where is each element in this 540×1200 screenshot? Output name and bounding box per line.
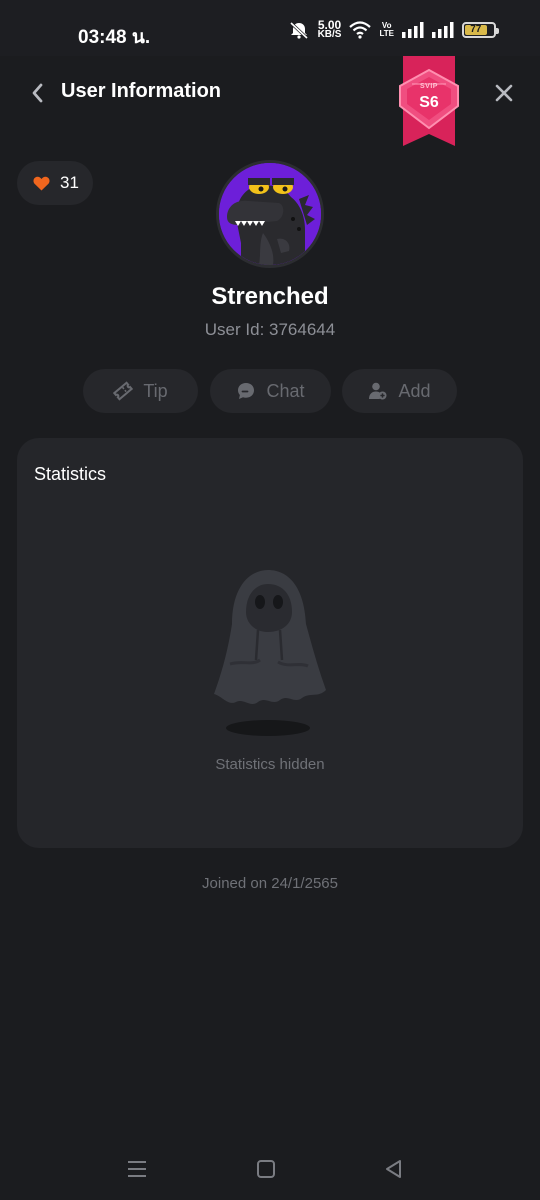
- statistics-hidden-text: Statistics hidden: [215, 756, 325, 773]
- hooded-ghost-icon: [214, 570, 326, 736]
- add-label: Add: [398, 380, 431, 401]
- chat-button[interactable]: Chat: [210, 369, 331, 413]
- hidden-ghost-illustration: [202, 564, 338, 744]
- page-title: User Information: [61, 80, 222, 102]
- statistics-card: Statistics Statistics hidden: [17, 438, 523, 848]
- status-icons: 5.00 KB/S Vo LTE 77: [288, 19, 499, 40]
- status-bar: 03:48 น. 5.00 KB/S Vo LTE 77: [0, 0, 540, 56]
- svip-level: S6: [419, 94, 439, 111]
- back-triangle-icon: [386, 1160, 401, 1178]
- tip-ticket-icon: [113, 381, 134, 401]
- mute-bell-icon: [288, 21, 310, 39]
- add-friend-button[interactable]: Add: [342, 369, 457, 413]
- back-button[interactable]: [22, 78, 52, 108]
- svip-badge[interactable]: SVIP S6: [390, 56, 468, 148]
- statistics-title: Statistics: [34, 464, 107, 484]
- volte-indicator: Vo LTE: [379, 22, 394, 38]
- status-time: 03:48 น.: [78, 27, 151, 48]
- battery-icon: 77: [462, 22, 499, 38]
- likes-count: 31: [60, 173, 79, 192]
- avatar[interactable]: [216, 160, 324, 268]
- tip-button[interactable]: Tip: [83, 369, 198, 413]
- signal-icon-2: [432, 22, 454, 38]
- close-button[interactable]: [488, 77, 520, 109]
- network-speed: 5.00 KB/S: [317, 19, 342, 40]
- close-icon: [495, 84, 513, 102]
- tip-label: Tip: [143, 380, 168, 401]
- username: Strenched: [211, 283, 329, 310]
- svip-label: SVIP: [420, 83, 438, 90]
- battery-level: 77: [465, 25, 487, 35]
- system-nav-bar: [0, 1140, 540, 1200]
- likes-pill[interactable]: 31: [17, 161, 93, 205]
- monster-avatar-icon: [219, 163, 321, 265]
- chat-bubble-icon: [238, 383, 255, 399]
- joined-date: Joined on 24/1/2565: [202, 875, 338, 892]
- heart-icon: [33, 176, 50, 190]
- add-user-icon: [369, 382, 387, 400]
- signal-icon: [402, 22, 424, 38]
- volte-bottom: LTE: [379, 29, 394, 38]
- home-square-icon: [257, 1160, 275, 1178]
- wifi-icon: [349, 21, 372, 39]
- menu-lines-icon: [128, 1161, 146, 1177]
- network-speed-unit: KB/S: [317, 29, 342, 40]
- chevron-left-icon: [32, 83, 43, 103]
- user-information-screen: 03:48 น. 5.00 KB/S Vo LTE 77 User Inform…: [0, 0, 540, 1200]
- system-back-button[interactable]: [376, 1154, 412, 1184]
- home-button[interactable]: [248, 1154, 284, 1184]
- recent-apps-button[interactable]: [119, 1154, 155, 1184]
- chat-label: Chat: [266, 380, 305, 401]
- user-id: User Id: 3764644: [204, 320, 336, 339]
